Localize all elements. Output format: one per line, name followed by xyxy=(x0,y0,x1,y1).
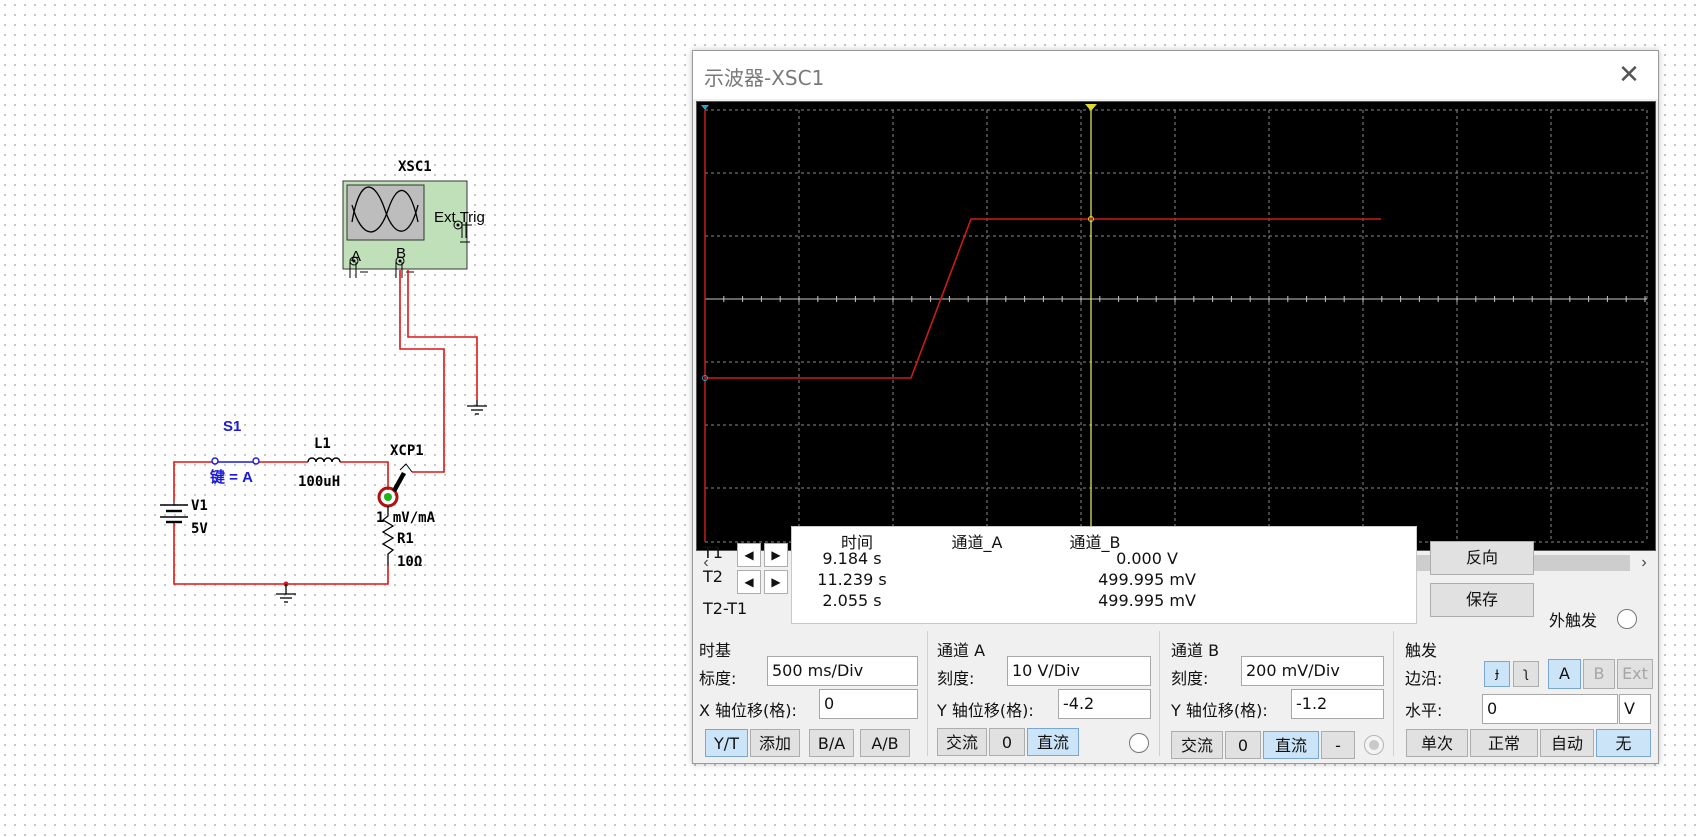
x-position-label: X 轴位移(格): xyxy=(699,701,797,720)
trigger-none-button[interactable]: 无 xyxy=(1596,729,1651,757)
inductor-l1[interactable]: L1 100uH xyxy=(298,436,341,490)
x-position-field[interactable]: 0 xyxy=(819,689,918,719)
ground-icon-scope xyxy=(467,400,487,415)
t2-channel-b: 499.995 mV xyxy=(1098,570,1196,589)
inductor-label: L1 xyxy=(314,436,331,452)
trigger-source-ext[interactable]: Ext xyxy=(1617,659,1653,689)
channel-a-ac-button[interactable]: 交流 xyxy=(937,728,987,756)
ext-trigger-label: 外触发 xyxy=(1549,611,1598,630)
trigger-normal-button[interactable]: 正常 xyxy=(1470,729,1538,757)
channel-b-zero-button[interactable]: 0 xyxy=(1225,731,1261,759)
voltage-source-v1[interactable]: V1 5V xyxy=(160,498,208,537)
t1-left-arrow-icon[interactable]: ◀ xyxy=(737,543,761,567)
switch-label: S1 xyxy=(223,418,241,435)
channel-a-zero-button[interactable]: 0 xyxy=(989,728,1025,756)
separator xyxy=(927,631,928,756)
oscilloscope-instrument-icon[interactable]: XSC1 Ext Trig A B xyxy=(342,159,485,278)
grid-lines xyxy=(705,109,1648,543)
delta-channel-b: 499.995 mV xyxy=(1098,591,1196,610)
scope-label: XSC1 xyxy=(398,159,432,175)
circuit-schematic[interactable]: XSC1 Ext Trig A B S1 键 = A L1 100uH XCP1… xyxy=(0,0,690,837)
scope-wires xyxy=(399,270,478,473)
scope-display[interactable] xyxy=(696,101,1656,551)
ab-button[interactable]: A/B xyxy=(860,729,910,757)
ba-button[interactable]: B/A xyxy=(809,729,854,757)
scroll-right-icon[interactable]: › xyxy=(1634,551,1654,575)
channel-b-ac-button[interactable]: 交流 xyxy=(1171,731,1223,759)
trigger-source-b[interactable]: B xyxy=(1583,659,1615,689)
resistor-value: 10Ω xyxy=(397,554,422,570)
channel-a-title: 通道 A xyxy=(937,641,986,660)
channel-b-scale-label: 刻度: xyxy=(1171,669,1209,688)
timebase-scale-label: 标度: xyxy=(699,669,737,688)
falling-edge-icon[interactable]: ʅ xyxy=(1513,661,1539,687)
col-a-header: 通道_A xyxy=(951,533,1003,552)
t1-label: T1 xyxy=(703,543,723,562)
switch-s1[interactable]: S1 键 = A xyxy=(209,418,260,486)
trigger-level-label: 水平: xyxy=(1405,701,1443,720)
trigger-single-button[interactable]: 单次 xyxy=(1406,729,1468,757)
cursor-readout: 时间 通道_A 通道_B 9.184 s 0.000 V 11.239 s 49… xyxy=(791,526,1417,624)
channel-b-title: 通道 B xyxy=(1171,641,1220,660)
rising-edge-icon[interactable]: ɟ xyxy=(1484,661,1510,687)
reverse-button[interactable]: 反向 xyxy=(1430,541,1534,575)
trigger-source-a[interactable]: A xyxy=(1548,659,1581,689)
close-icon[interactable]: ✕ xyxy=(1614,59,1644,89)
channel-a-scale-label: 刻度: xyxy=(937,669,975,688)
channel-b-dc-button[interactable]: 直流 xyxy=(1263,731,1319,759)
channel-a-radio[interactable] xyxy=(1129,733,1149,753)
t2-t1-label: T2-T1 xyxy=(703,599,748,618)
source-value: 5V xyxy=(191,521,208,537)
source-label: V1 xyxy=(191,498,208,514)
channel-a-dc-button[interactable]: 直流 xyxy=(1027,728,1079,756)
t1-time: 9.184 s xyxy=(822,549,882,568)
scope-plot xyxy=(701,104,1648,543)
trigger-auto-button[interactable]: 自动 xyxy=(1540,729,1594,757)
current-probe-xcp1[interactable]: XCP1 1 mV/mA xyxy=(376,443,436,526)
cursor-t1-handle[interactable] xyxy=(701,105,709,110)
ext-trigger-radio[interactable] xyxy=(1617,609,1637,629)
resistor-label: R1 xyxy=(397,531,414,547)
title-bar[interactable]: 示波器-XSC1 ✕ xyxy=(693,51,1658,99)
channel-b-scale-field[interactable]: 200 mV/Div xyxy=(1241,656,1384,686)
channel-a-scale-field[interactable]: 10 V/Div xyxy=(1007,656,1151,686)
pin-b-label: B xyxy=(396,245,406,262)
oscilloscope-window: 示波器-XSC1 ✕ ‹ › T1 T2 T2-T1 ◀ ▶ ◀ ▶ 时间 通道… xyxy=(692,50,1659,764)
t2-label: T2 xyxy=(703,567,723,586)
channel-b-minus-button[interactable]: - xyxy=(1321,731,1355,759)
trigger-title: 触发 xyxy=(1405,641,1438,660)
add-button[interactable]: 添加 xyxy=(750,729,800,757)
channel-b-ypos-label: Y 轴位移(格): xyxy=(1171,701,1268,720)
channel-b-ypos-field[interactable]: -1.2 xyxy=(1291,689,1384,719)
separator xyxy=(1159,631,1160,756)
t1-right-arrow-icon[interactable]: ▶ xyxy=(764,543,788,567)
timebase-title: 时基 xyxy=(699,641,732,660)
inductor-value: 100uH xyxy=(298,474,340,490)
t2-left-arrow-icon[interactable]: ◀ xyxy=(737,570,761,594)
yt-button[interactable]: Y/T xyxy=(705,729,748,757)
trigger-level-unit[interactable]: V xyxy=(1619,694,1651,724)
window-title: 示波器-XSC1 xyxy=(704,66,825,90)
probe-label: XCP1 xyxy=(390,443,424,459)
save-button[interactable]: 保存 xyxy=(1430,583,1534,617)
ext-trig-label: Ext Trig xyxy=(434,209,485,226)
t2-right-arrow-icon[interactable]: ▶ xyxy=(764,570,788,594)
t2-time: 11.239 s xyxy=(817,570,887,589)
channel-b-radio[interactable] xyxy=(1364,735,1384,755)
switch-key-label: 键 = A xyxy=(209,468,253,486)
trigger-level-field[interactable]: 0 xyxy=(1482,694,1618,724)
timebase-scale-field[interactable]: 500 ms/Div xyxy=(767,656,918,686)
trigger-edge-label: 边沿: xyxy=(1405,669,1443,688)
t1-channel-b: 0.000 V xyxy=(1116,549,1178,568)
channel-a-ypos-field[interactable]: -4.2 xyxy=(1058,689,1151,719)
separator xyxy=(1393,631,1394,756)
delta-time: 2.055 s xyxy=(822,591,882,610)
channel-a-ypos-label: Y 轴位移(格): xyxy=(937,701,1034,720)
